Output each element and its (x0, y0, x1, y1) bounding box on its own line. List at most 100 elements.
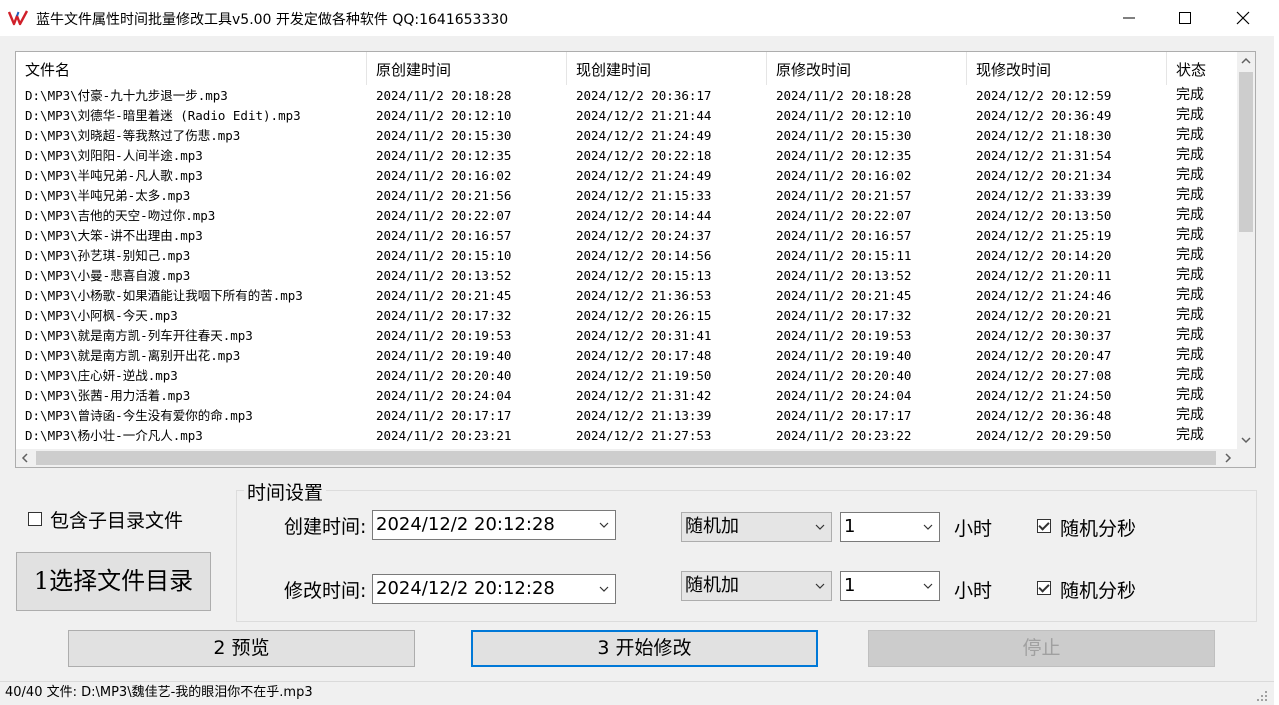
cell-orig-create: 2024/11/2 20:21:45 (376, 288, 512, 303)
cell-status: 完成 (1176, 367, 1204, 383)
cell-filename: D:\MP3\刘德华-暗里着迷 (Radio Edit).mp3 (25, 108, 301, 123)
table-row[interactable]: D:\MP3\杨小壮-一介凡人.mp3 2024/11/2 20:23:21 202… (16, 425, 1237, 445)
column-header-filename[interactable]: 文件名 (16, 52, 367, 85)
cell-orig-create: 2024/11/2 20:17:32 (376, 308, 512, 323)
create-mode-value: 随机加 (685, 516, 739, 537)
cell-filename: D:\MP3\刘晓超-等我熬过了伤悲.mp3 (25, 128, 241, 143)
cell-new-modify: 2024/12/2 21:18:30 (976, 128, 1112, 143)
column-header-new-modify[interactable]: 现修改时间 (967, 52, 1167, 85)
chevron-down-icon[interactable] (815, 583, 825, 589)
table-row[interactable]: D:\MP3\半吨兄弟-太多.mp3 2024/11/2 20:21:56 2024… (16, 185, 1237, 205)
chevron-down-icon[interactable] (599, 522, 609, 528)
create-time-picker[interactable]: 2024/12/2 20:12:28 (372, 510, 616, 540)
modify-amount-select[interactable]: 1 (840, 571, 940, 601)
cell-filename: D:\MP3\刘阳阳-人间半途.mp3 (25, 148, 203, 163)
table-row[interactable]: D:\MP3\吉他的天空-吻过你.mp3 2024/11/2 20:22:07 20… (16, 205, 1237, 225)
resize-grip-icon[interactable] (1256, 690, 1268, 702)
chevron-down-icon[interactable] (815, 524, 825, 530)
cell-orig-modify: 2024/11/2 20:16:02 (776, 168, 912, 183)
maximize-icon (1179, 12, 1191, 24)
create-mode-select[interactable]: 随机加 (681, 512, 832, 542)
column-header-new-create[interactable]: 现创建时间 (567, 52, 767, 85)
select-directory-button[interactable]: 1选择文件目录 (16, 552, 211, 611)
cell-status: 完成 (1176, 87, 1204, 103)
cell-status: 完成 (1176, 247, 1204, 263)
include-subdirs-label[interactable]: 包含子目录文件 (50, 506, 183, 533)
cell-orig-modify: 2024/11/2 20:16:57 (776, 228, 912, 243)
cell-orig-modify: 2024/11/2 20:18:28 (776, 88, 912, 103)
table-row[interactable]: D:\MP3\就是南方凯-离别开出花.mp3 2024/11/2 20:19:40… (16, 345, 1237, 365)
cell-new-modify: 2024/12/2 20:14:20 (976, 248, 1112, 263)
create-random-label[interactable]: 随机分秒 (1060, 514, 1136, 541)
cell-filename: D:\MP3\大笨-讲不出理由.mp3 (25, 228, 203, 243)
modify-mode-value: 随机加 (685, 575, 739, 596)
cell-orig-create: 2024/11/2 20:19:40 (376, 348, 512, 363)
table-row[interactable]: D:\MP3\刘晓超-等我熬过了伤悲.mp3 2024/11/2 20:15:30… (16, 125, 1237, 145)
table-row[interactable]: D:\MP3\小曼-悲喜自渡.mp3 2024/11/2 20:13:52 2024… (16, 265, 1237, 285)
table-row[interactable]: D:\MP3\张茜-用力活着.mp3 2024/11/2 20:24:04 2024… (16, 385, 1237, 405)
cell-new-create: 2024/12/2 21:15:33 (576, 188, 712, 203)
chevron-down-icon[interactable] (923, 583, 933, 589)
table-row[interactable]: D:\MP3\小阿枫-今天.mp3 2024/11/2 20:17:32 2024/… (16, 305, 1237, 325)
cell-new-create: 2024/12/2 20:14:44 (576, 208, 712, 223)
cell-new-modify: 2024/12/2 20:36:48 (976, 408, 1112, 423)
cell-orig-create: 2024/11/2 20:24:04 (376, 388, 512, 403)
table-row[interactable]: D:\MP3\付豪-九十九步退一步.mp3 2024/11/2 20:18:28 2… (16, 85, 1237, 105)
table-row[interactable]: D:\MP3\刘德华-暗里着迷 (Radio Edit).mp3 2024/11/… (16, 105, 1237, 125)
create-amount-select[interactable]: 1 (840, 512, 940, 542)
cell-status: 完成 (1176, 307, 1204, 323)
table-row[interactable]: D:\MP3\大笨-讲不出理由.mp3 2024/11/2 20:16:57 202… (16, 225, 1237, 245)
cell-new-create: 2024/12/2 20:15:13 (576, 268, 712, 283)
scroll-up-icon[interactable] (1237, 52, 1255, 70)
file-list[interactable]: 文件名 原创建时间 现创建时间 原修改时间 现修改时间 状态 D:\MP3\付豪… (15, 51, 1256, 468)
stop-button[interactable]: 停止 (868, 630, 1215, 667)
modify-random-checkbox[interactable] (1037, 581, 1051, 595)
cell-orig-create: 2024/11/2 20:15:30 (376, 128, 512, 143)
table-row[interactable]: D:\MP3\曾诗函-今生没有爱你的命.mp3 2024/11/2 20:17:1… (16, 405, 1237, 425)
cell-filename: D:\MP3\就是南方凯-离别开出花.mp3 (25, 348, 241, 363)
cell-orig-modify: 2024/11/2 20:21:57 (776, 188, 912, 203)
chevron-down-icon[interactable] (599, 586, 609, 592)
cell-status: 完成 (1176, 227, 1204, 243)
chevron-down-icon[interactable] (923, 524, 933, 530)
cell-orig-create: 2024/11/2 20:23:21 (376, 428, 512, 443)
vertical-scroll-thumb[interactable] (1239, 72, 1253, 232)
status-bar: 40/40 文件: D:\MP3\魏佳艺-我的眼泪你不在乎.mp3 (0, 681, 1274, 705)
scroll-down-icon[interactable] (1237, 431, 1255, 449)
scroll-right-icon[interactable] (1219, 449, 1237, 467)
cell-new-create: 2024/12/2 20:31:41 (576, 328, 712, 343)
modify-time-value: 2024/12/2 20:12:28 (376, 578, 555, 599)
table-row[interactable]: D:\MP3\小杨歌-如果酒能让我咽下所有的苦.mp3 2024/11/2 20:… (16, 285, 1237, 305)
cell-orig-create: 2024/11/2 20:16:02 (376, 168, 512, 183)
modify-random-label[interactable]: 随机分秒 (1060, 576, 1136, 603)
table-row[interactable]: D:\MP3\孙艺琪-别知己.mp3 2024/11/2 20:15:10 2024… (16, 245, 1237, 265)
column-header-status[interactable]: 状态 (1167, 52, 1237, 85)
include-subdirs-checkbox[interactable] (28, 512, 42, 526)
cell-new-modify: 2024/12/2 21:24:46 (976, 288, 1112, 303)
create-random-checkbox[interactable] (1037, 519, 1051, 533)
column-header-orig-modify[interactable]: 原修改时间 (767, 52, 967, 85)
modify-mode-select[interactable]: 随机加 (681, 571, 832, 601)
cell-new-create: 2024/12/2 21:27:53 (576, 428, 712, 443)
table-row[interactable]: D:\MP3\刘阳阳-人间半途.mp3 2024/11/2 20:12:35 202… (16, 145, 1237, 165)
preview-button[interactable]: 2 预览 (68, 630, 415, 667)
column-header-orig-create[interactable]: 原创建时间 (367, 52, 567, 85)
close-button[interactable] (1214, 0, 1272, 36)
cell-new-modify: 2024/12/2 21:31:54 (976, 148, 1112, 163)
cell-status: 完成 (1176, 147, 1204, 163)
cell-status: 完成 (1176, 427, 1204, 443)
cell-orig-create: 2024/11/2 20:21:56 (376, 188, 512, 203)
horizontal-scroll-thumb[interactable] (36, 451, 1216, 465)
table-row[interactable]: D:\MP3\就是南方凯-列车开往春天.mp3 2024/11/2 20:19:5… (16, 325, 1237, 345)
minimize-button[interactable] (1100, 0, 1158, 36)
maximize-button[interactable] (1156, 0, 1214, 36)
horizontal-scrollbar[interactable] (16, 449, 1237, 467)
minimize-icon (1123, 17, 1135, 19)
table-row[interactable]: D:\MP3\半吨兄弟-凡人歌.mp3 2024/11/2 20:16:02 202… (16, 165, 1237, 185)
vertical-scrollbar[interactable] (1237, 52, 1255, 449)
start-modify-button[interactable]: 3 开始修改 (471, 630, 818, 667)
table-row[interactable]: D:\MP3\庄心妍-逆战.mp3 2024/11/2 20:20:40 2024/… (16, 365, 1237, 385)
modify-time-picker[interactable]: 2024/12/2 20:12:28 (372, 574, 616, 604)
scroll-left-icon[interactable] (16, 449, 34, 467)
cell-new-modify: 2024/12/2 20:13:50 (976, 208, 1112, 223)
